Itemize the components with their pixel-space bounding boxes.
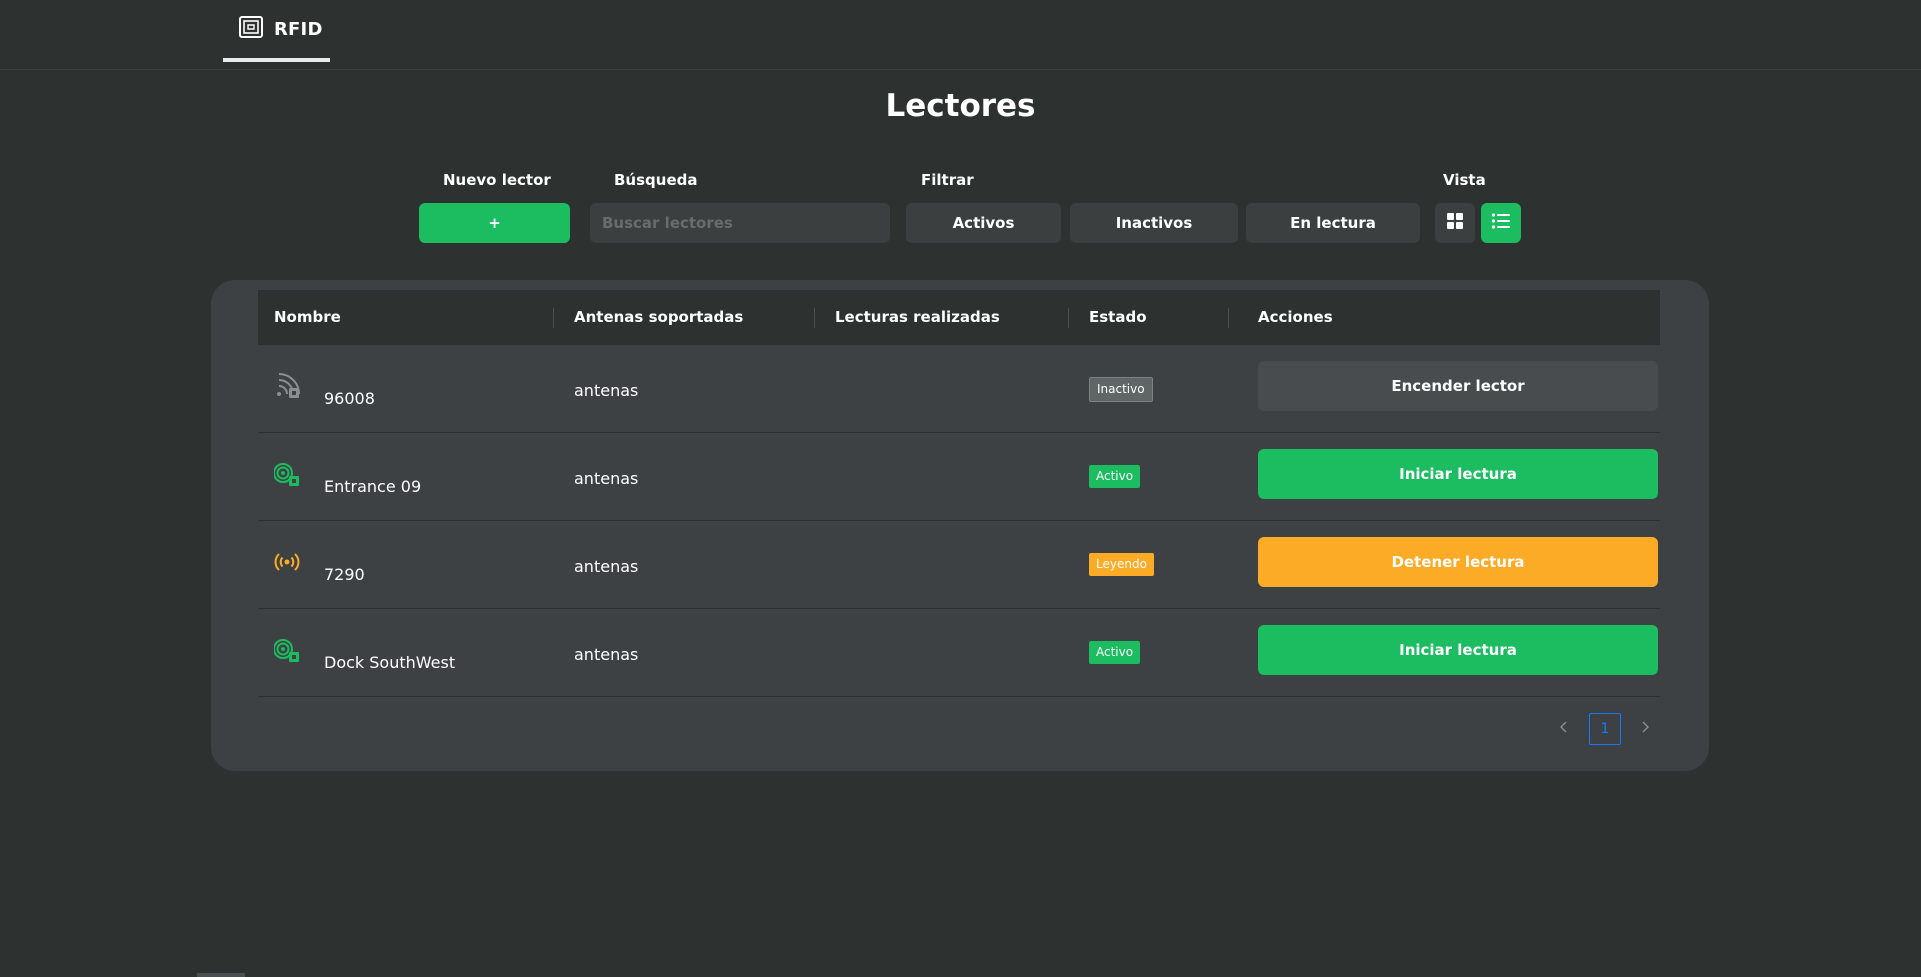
filter-label: Filtrar xyxy=(921,171,974,189)
table-row: 7290 antenas Leyendo Detener lectura xyxy=(258,521,1660,609)
reader-antennas: antenas xyxy=(574,381,639,400)
start-reading-button[interactable]: Iniciar lectura xyxy=(1258,625,1658,675)
table-row: Dock SouthWest antenas Activo Iniciar le… xyxy=(258,609,1660,697)
reader-name: 7290 xyxy=(324,565,365,584)
reader-antennas: antenas xyxy=(574,557,639,576)
prev-page-button[interactable] xyxy=(1548,713,1580,745)
column-divider xyxy=(553,308,554,328)
filter-reading-button[interactable]: En lectura xyxy=(1246,203,1420,243)
grid-icon xyxy=(1446,212,1464,234)
reader-active-icon xyxy=(273,461,300,487)
app-title: RFID xyxy=(274,18,323,40)
column-divider xyxy=(1068,308,1069,328)
reader-inactive-icon xyxy=(274,373,300,399)
status-badge: Activo xyxy=(1089,465,1141,488)
new-reader-label: Nuevo lector xyxy=(443,171,551,189)
status-badge: Activo xyxy=(1089,641,1141,664)
next-page-button[interactable] xyxy=(1629,713,1661,745)
start-reading-button[interactable]: Iniciar lectura xyxy=(1258,449,1658,499)
column-antennas: Antenas soportadas xyxy=(574,308,744,326)
reader-antennas: antenas xyxy=(574,469,639,488)
filter-inactive-button[interactable]: Inactivos xyxy=(1070,203,1238,243)
table-row: Entrance 09 antenas Activo Iniciar lectu… xyxy=(258,433,1660,521)
view-label: Vista xyxy=(1443,171,1486,189)
add-reader-button[interactable]: + xyxy=(419,203,570,243)
chevron-right-icon xyxy=(1640,721,1650,737)
column-actions: Acciones xyxy=(1258,308,1333,326)
reader-name: Entrance 09 xyxy=(324,477,422,496)
reader-name: 96008 xyxy=(324,389,375,408)
list-view-button[interactable] xyxy=(1481,203,1521,243)
reader-reading-icon xyxy=(274,549,300,575)
scrollbar-thumb[interactable] xyxy=(197,973,245,977)
readers-panel: Nombre Antenas soportadas Lecturas reali… xyxy=(211,280,1709,771)
column-readings: Lecturas realizadas xyxy=(835,308,1000,326)
page-number-button[interactable]: 1 xyxy=(1589,713,1621,745)
reader-antennas: antenas xyxy=(574,645,639,664)
chevron-left-icon xyxy=(1559,721,1569,737)
list-icon xyxy=(1491,212,1511,234)
column-status: Estado xyxy=(1089,308,1147,326)
status-badge: Leyendo xyxy=(1089,553,1154,576)
rfid-chip-icon xyxy=(238,14,264,44)
table-row: 96008 antenas Inactivo Encender lector xyxy=(258,345,1660,433)
page-title: Lectores xyxy=(885,88,1036,124)
column-divider xyxy=(1228,308,1229,328)
filter-active-button[interactable]: Activos xyxy=(906,203,1061,243)
app-tab-rfid[interactable]: RFID xyxy=(223,0,330,62)
column-divider xyxy=(814,308,815,328)
stop-reading-button[interactable]: Detener lectura xyxy=(1258,537,1658,587)
column-name: Nombre xyxy=(274,308,341,326)
reader-name: Dock SouthWest xyxy=(324,653,456,672)
reader-active-icon xyxy=(273,637,300,663)
power-on-reader-button[interactable]: Encender lector xyxy=(1258,361,1658,411)
grid-view-button[interactable] xyxy=(1435,203,1475,243)
status-badge: Inactivo xyxy=(1089,377,1153,402)
search-label: Búsqueda xyxy=(614,171,698,189)
search-input[interactable] xyxy=(590,203,890,243)
top-bar: RFID xyxy=(0,0,1921,70)
table-header: Nombre Antenas soportadas Lecturas reali… xyxy=(258,290,1660,345)
